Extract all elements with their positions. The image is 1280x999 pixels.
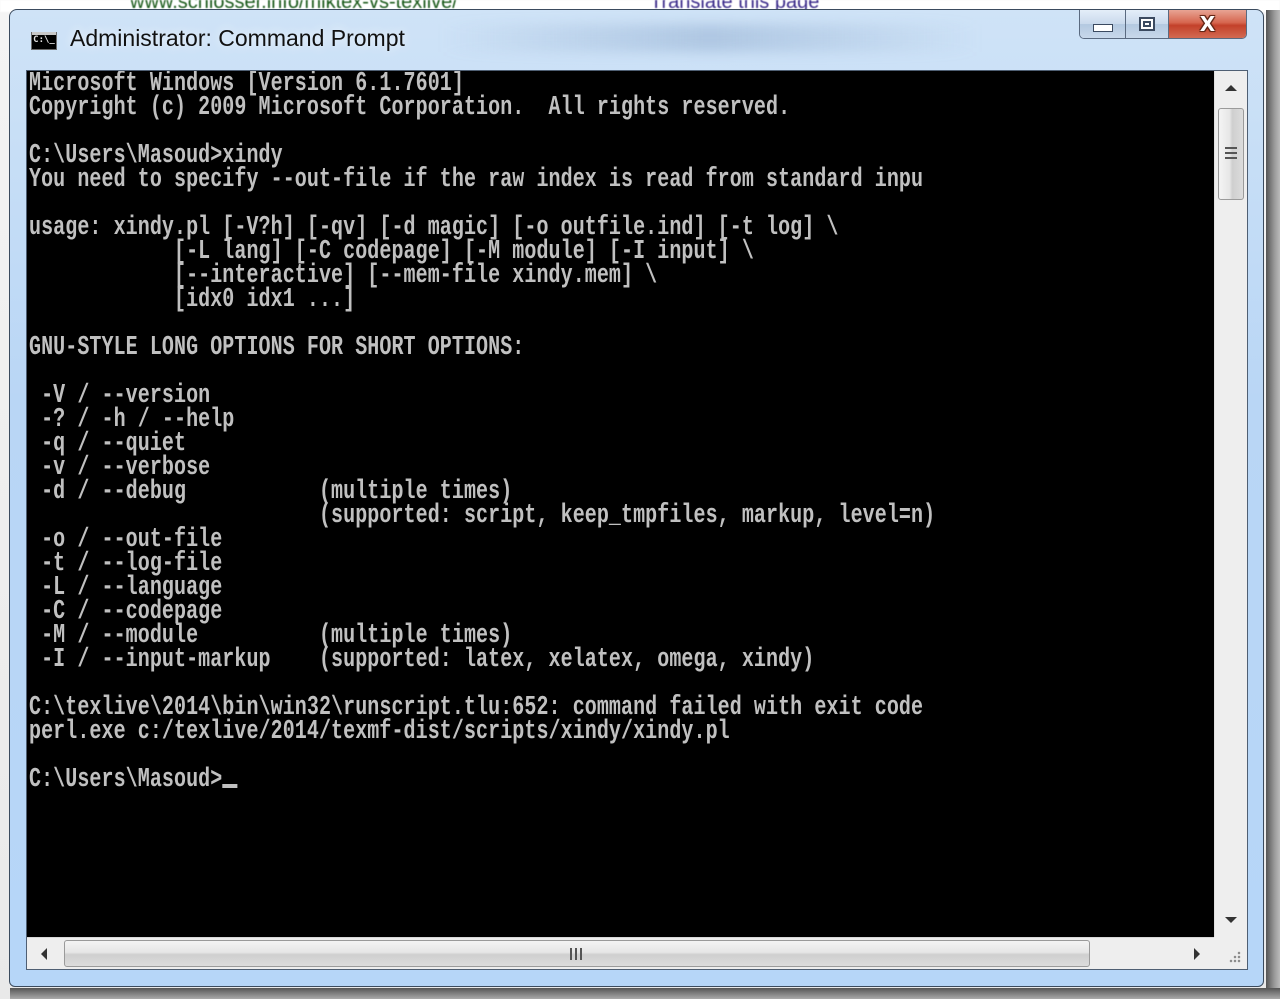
vertical-scroll-thumb[interactable]	[1218, 108, 1244, 200]
console-line: Copyright (c) 2009 Microsoft Corporation…	[29, 92, 791, 122]
grip-icon	[570, 947, 584, 960]
console-prompt-line[interactable]: C:\Users\Masoud>	[29, 764, 935, 794]
arrow-left-icon	[41, 947, 47, 960]
caption-buttons: X	[1079, 10, 1247, 39]
arrow-up-icon	[1225, 85, 1237, 91]
close-button[interactable]: X	[1169, 10, 1246, 38]
minimize-icon	[1092, 24, 1113, 32]
horizontal-scrollbar[interactable]	[27, 937, 1214, 969]
command-prompt-window: C:\_ Administrator: Command Prompt X Mic…	[9, 9, 1264, 987]
command-prompt-icon[interactable]: C:\_	[31, 32, 57, 50]
arrow-right-icon	[1194, 947, 1200, 960]
console-output[interactable]: Microsoft Windows [Version 6.1.7601] Copy…	[27, 71, 1214, 937]
console-line: You need to specify --out-file if the ra…	[29, 164, 924, 194]
window-shadow	[10, 988, 1280, 999]
arrow-down-icon	[1225, 917, 1237, 923]
close-icon: X	[1199, 12, 1216, 36]
scroll-up-button[interactable]	[1215, 71, 1247, 105]
grip-icon	[1225, 147, 1237, 161]
window-title: Administrator: Command Prompt	[70, 25, 405, 51]
title-bar[interactable]: C:\_ Administrator: Command Prompt X	[10, 10, 1263, 70]
horizontal-scroll-thumb[interactable]	[64, 940, 1090, 967]
console-line: GNU-STYLE LONG OPTIONS FOR SHORT OPTIONS…	[29, 332, 525, 362]
scroll-down-button[interactable]	[1215, 903, 1247, 937]
console-prompt: C:\Users\Masoud>	[29, 764, 223, 794]
console-lines: Microsoft Windows [Version 6.1.7601] Copy…	[29, 71, 1214, 794]
resize-grip[interactable]	[1214, 937, 1247, 969]
resize-grip-icon	[1229, 951, 1241, 963]
text-cursor	[222, 784, 238, 788]
vertical-scrollbar[interactable]	[1214, 71, 1247, 937]
console-line: -I / --input-markup (supported: latex, x…	[29, 644, 815, 674]
window-shadow	[1266, 10, 1280, 999]
console-line: perl.exe c:/texlive/2014/texmf-dist/scri…	[29, 716, 730, 746]
maximize-button[interactable]	[1126, 10, 1169, 38]
scroll-right-button[interactable]	[1180, 938, 1214, 969]
minimize-button[interactable]	[1080, 10, 1126, 38]
scroll-left-button[interactable]	[27, 938, 61, 969]
console-line: [idx0 idx1 ...]	[29, 284, 356, 314]
maximize-icon	[1139, 17, 1155, 31]
console-client-area: Microsoft Windows [Version 6.1.7601] Copy…	[26, 70, 1248, 970]
